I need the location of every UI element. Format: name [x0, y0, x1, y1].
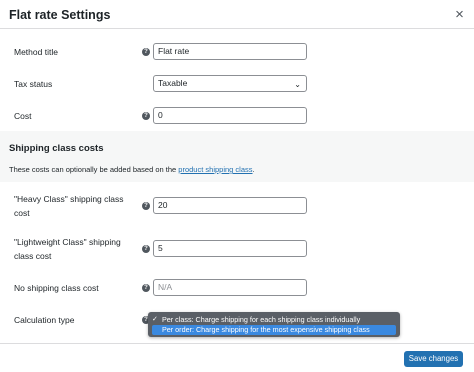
tax-status-value: Taxable: [158, 78, 188, 88]
shipping-class-heading: Shipping class costs: [9, 143, 104, 154]
calculation-option-per-class[interactable]: ✓ Per class: Charge shipping for each sh…: [152, 315, 396, 325]
cost-input[interactable]: 0: [153, 107, 307, 124]
help-icon[interactable]: ?: [142, 245, 150, 253]
lightweight-class-label-line1: "Lightweight Class" shipping: [14, 237, 121, 247]
tax-status-label: Tax status: [14, 79, 53, 89]
shipping-class-section: [0, 131, 474, 182]
save-changes-button[interactable]: Save changes: [404, 351, 463, 367]
tax-status-select[interactable]: Taxable ⌄: [153, 75, 307, 92]
calculation-type-dropdown[interactable]: ✓ Per class: Charge shipping for each sh…: [148, 312, 400, 337]
heavy-class-label-line1: "Heavy Class" shipping class: [14, 194, 124, 204]
no-class-cost-input[interactable]: N/A: [153, 279, 307, 296]
modal-footer: Save changes: [0, 343, 474, 372]
help-icon[interactable]: ?: [142, 112, 150, 120]
lightweight-class-label-line2: class cost: [14, 251, 52, 261]
heavy-class-cost-input[interactable]: 20: [153, 197, 307, 214]
lightweight-class-label: "Lightweight Class" shipping class cost: [14, 235, 121, 263]
method-title-label: Method title: [14, 47, 58, 57]
shipping-class-description: These costs can optionally be added base…: [9, 165, 255, 174]
product-shipping-class-link[interactable]: product shipping class: [178, 165, 252, 174]
chevron-down-icon: ⌄: [294, 80, 301, 89]
method-title-input[interactable]: Flat rate: [153, 43, 307, 60]
calculation-option-per-order[interactable]: Per order: Charge shipping for the most …: [152, 325, 396, 335]
option-label: Per order: Charge shipping for the most …: [162, 325, 370, 334]
heavy-class-label-line2: cost: [14, 208, 30, 218]
help-icon[interactable]: ?: [142, 202, 150, 210]
calculation-type-label: Calculation type: [14, 315, 75, 325]
help-icon[interactable]: ?: [142, 48, 150, 56]
no-class-cost-label: No shipping class cost: [14, 283, 99, 293]
no-class-cost-placeholder: N/A: [158, 282, 173, 292]
option-label: Per class: Charge shipping for each ship…: [162, 315, 361, 324]
help-icon[interactable]: ?: [142, 284, 150, 292]
check-icon: ✓: [152, 316, 158, 323]
lightweight-class-cost-input[interactable]: 5: [153, 240, 307, 257]
close-icon[interactable]: ×: [445, 0, 474, 29]
cost-label: Cost: [14, 111, 32, 121]
modal-title: Flat rate Settings: [9, 8, 111, 22]
modal-header: Flat rate Settings ×: [0, 0, 474, 29]
heavy-class-label: "Heavy Class" shipping class cost: [14, 192, 124, 220]
flat-rate-settings-modal: Flat rate Settings × Method title ? Flat…: [0, 0, 474, 372]
description-suffix: .: [252, 165, 255, 174]
description-prefix: These costs can optionally be added base…: [9, 165, 179, 174]
